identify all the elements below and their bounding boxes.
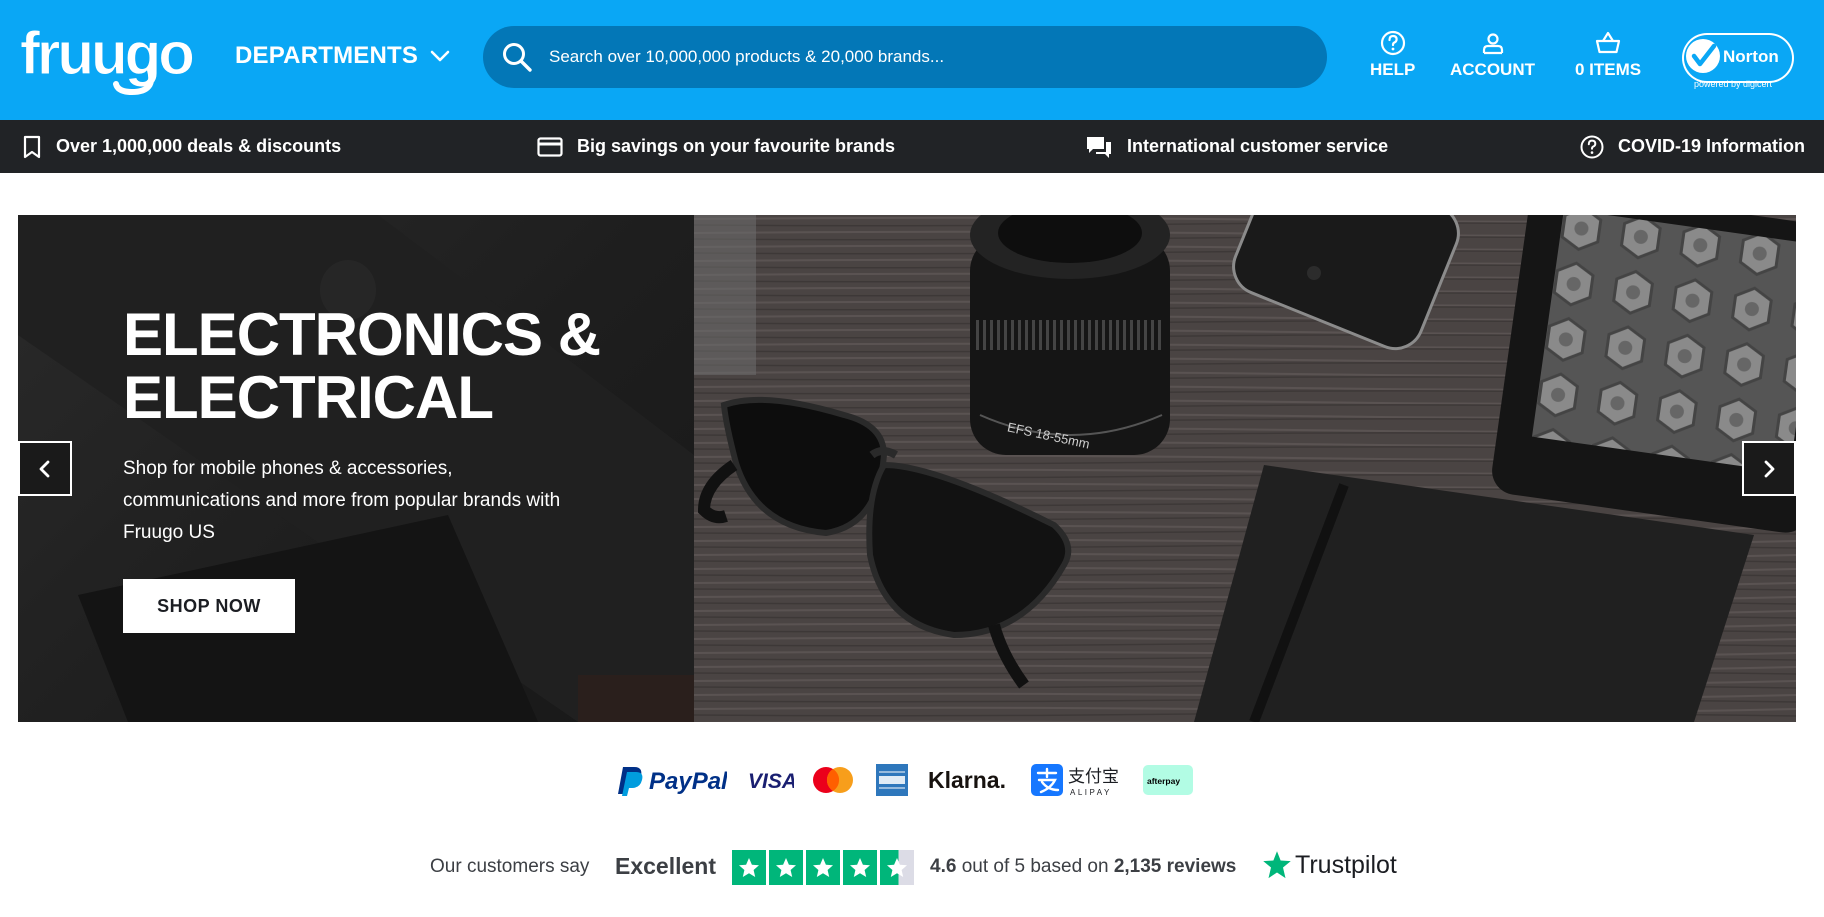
mastercard-logo [810,755,856,805]
help-icon [1380,30,1405,56]
hero-banner: EFS 18-55mm ELECTRONICS & ELECTRICAL Sho… [18,215,1796,722]
visa-logo: VISA [746,755,794,805]
bookmark-icon [23,135,41,158]
infobar-covid[interactable]: COVID-19 Information [1580,120,1805,173]
camera-lens: EFS 18-55mm [970,215,1170,455]
infobar-customer-service[interactable]: International customer service [1085,120,1388,173]
search-icon[interactable] [501,41,533,73]
payment-methods: PayPal VISA Klarna. 支付宝 ALIPAY afterpay [0,755,1824,805]
alipay-logo: 支付宝 ALIPAY [1030,755,1122,805]
trustpilot-stars[interactable] [732,850,914,885]
cart-label: 0 ITEMS [1575,60,1642,79]
trustpilot-widget: Our customers say Excellent 4.6 out of 5… [0,846,1824,890]
trustpilot-score: 4.6 [930,856,957,877]
carousel-next-button[interactable] [1742,441,1796,496]
infobar-deals-label: Over 1,000,000 deals & discounts [56,136,342,156]
visa-text: VISA [748,770,794,793]
chat-icon [1087,136,1111,158]
trustpilot-logo[interactable]: Trustpilot [1262,850,1397,880]
infobar-savings[interactable]: Big savings on your favourite brands [537,120,895,173]
user-icon [1482,33,1503,55]
account-label: ACCOUNT [1450,60,1535,79]
paypal-logo: PayPal [617,755,727,805]
search-bar[interactable]: Search over 10,000,000 products & 20,000… [483,26,1327,88]
star-icon [732,850,766,885]
chevron-left-icon [39,460,50,477]
klarna-logo: Klarna. [926,755,1010,805]
cart-link[interactable]: 0 ITEMS [1575,30,1641,80]
hero-description: Shop for mobile phones & accessories, co… [123,458,561,543]
trustpilot-intro: Our customers say [430,856,590,877]
infobar-covid-label: COVID-19 Information [1618,136,1806,156]
half-star-icon [880,850,914,885]
search-input[interactable]: Search over 10,000,000 products & 20,000… [549,47,944,67]
afterpay-logo: afterpay [1142,755,1194,805]
chevron-down-icon [430,50,450,62]
basket-icon [1595,31,1621,54]
shop-now-button[interactable]: SHOP NOW [123,579,295,633]
afterpay-text: afterpay [1147,776,1180,786]
departments-menu[interactable]: DEPARTMENTS [235,42,450,70]
trustpilot-verdict: Excellent [615,853,716,879]
carousel-prev-button[interactable] [18,441,72,496]
site-header: fruugo DEPARTMENTS Search over 10,000,00… [0,0,1824,120]
alipay-en-text: ALIPAY [1070,788,1112,797]
trustpilot-star-icon [1263,851,1291,879]
help-circle-icon [1580,135,1604,158]
norton-badge[interactable]: Norton powered by digicert [1681,30,1795,90]
norton-name: Norton [1723,47,1779,66]
chevron-right-icon [1764,460,1775,477]
trustpilot-rating: 4.6 out of 5 based on 2,135 reviews [930,856,1236,878]
infobar-savings-label: Big savings on your favourite brands [577,136,896,156]
account-link[interactable]: ACCOUNT [1450,30,1535,80]
hero-title: ELECTRONICS & ELECTRICAL [123,303,643,429]
norton-tagline: powered by digicert [1694,79,1773,89]
star-icon [843,850,877,885]
paypal-text: PayPal [649,768,727,795]
trustpilot-score-suffix: out of 5 based on [961,856,1109,877]
hero-title-line2: ELECTRICAL [123,364,494,431]
fruugo-logo[interactable]: fruugo [18,12,197,102]
help-label: HELP [1370,60,1416,79]
alipay-cn-text: 支付宝 [1068,767,1119,787]
hero-product-photo: EFS 18-55mm [694,215,1796,722]
star-icon [769,850,803,885]
info-bar: Over 1,000,000 deals & discounts Big sav… [0,120,1824,173]
logo-text: fruugo [20,20,193,87]
hero-title-line1: ELECTRONICS & [123,301,601,368]
trustpilot-brand: Trustpilot [1295,850,1397,879]
infobar-customer-service-label: International customer service [1127,136,1389,156]
infobar-deals[interactable]: Over 1,000,000 deals & discounts [22,120,341,173]
trustpilot-review-count: 2,135 reviews [1113,856,1237,877]
help-link[interactable]: HELP [1370,30,1415,80]
amex-logo [875,755,909,805]
credit-card-icon [537,136,563,157]
departments-label: DEPARTMENTS [235,42,419,69]
klarna-text: Klarna. [928,767,1006,793]
star-icon [806,850,840,885]
